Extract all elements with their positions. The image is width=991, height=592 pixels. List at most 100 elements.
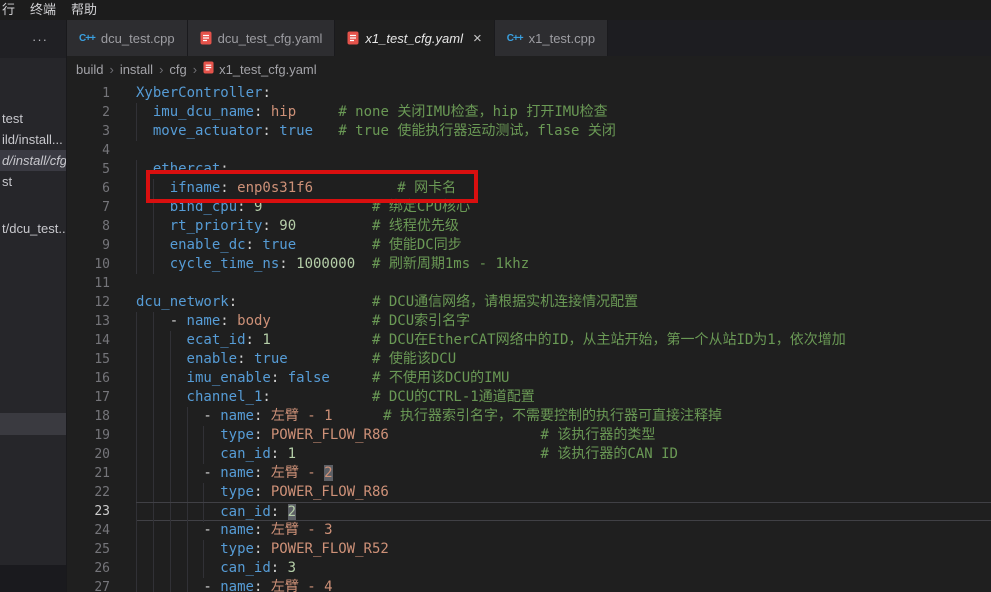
- indent-guide: [170, 369, 187, 388]
- indent-guide: [170, 540, 187, 559]
- code-line[interactable]: 9enable_dc: true # 使能DC同步: [67, 236, 991, 255]
- code-text: XyberController:: [136, 84, 991, 103]
- line-number[interactable]: 27: [67, 578, 136, 592]
- line-number[interactable]: 6: [67, 179, 136, 198]
- menu-item[interactable]: 帮助: [71, 0, 97, 20]
- line-number[interactable]: 16: [67, 369, 136, 388]
- token-w: [262, 408, 270, 424]
- code-line[interactable]: 13- name: body # DCU索引名字: [67, 312, 991, 331]
- line-number[interactable]: 11: [67, 274, 136, 293]
- code-line[interactable]: 21- name: 左臂 - 2: [67, 464, 991, 483]
- code-line[interactable]: 3move_actuator: true # true 使能执行器运动测试，fl…: [67, 122, 991, 141]
- editor-tab[interactable]: C++dcu_test.cpp: [67, 20, 188, 56]
- code-line[interactable]: 16imu_enable: false # 不使用该DCU的IMU: [67, 369, 991, 388]
- sidebar-item[interactable]: d/install/cfg: [0, 150, 66, 171]
- code-line[interactable]: 24- name: 左臂 - 3: [67, 521, 991, 540]
- code-line[interactable]: 19type: POWER_FLOW_R86 # 该执行器的类型: [67, 426, 991, 445]
- code-area[interactable]: 1XyberController:2imu_dcu_name: hip # no…: [67, 82, 991, 592]
- indent-guide: [170, 521, 187, 540]
- yaml-file-icon: [347, 31, 359, 45]
- sidebar-item[interactable]: ild/install...: [0, 129, 66, 150]
- indent-guide: [153, 331, 170, 350]
- line-number[interactable]: 2: [67, 103, 136, 122]
- line-number[interactable]: 12: [67, 293, 136, 312]
- sidebar-item[interactable]: st: [0, 171, 66, 192]
- breadcrumb-segment[interactable]: cfg: [169, 62, 186, 77]
- code-line[interactable]: 10cycle_time_ns: 1000000 # 刷新周期1ms - 1kh…: [67, 255, 991, 274]
- line-number[interactable]: 25: [67, 540, 136, 559]
- code-line[interactable]: 2imu_dcu_name: hip # none 关闭IMU检查，hip 打开…: [67, 103, 991, 122]
- line-number[interactable]: 17: [67, 388, 136, 407]
- line-number[interactable]: 14: [67, 331, 136, 350]
- indent-guide: [153, 559, 170, 578]
- code-line[interactable]: 26can_id: 3: [67, 559, 991, 578]
- breadcrumb-segment[interactable]: build: [76, 62, 103, 77]
- sidebar-item[interactable]: t/dcu_test...: [0, 218, 66, 239]
- token-n: 1000000: [296, 256, 355, 272]
- code-line[interactable]: 20can_id: 1 # 该执行器的CAN ID: [67, 445, 991, 464]
- code-line[interactable]: 8rt_priority: 90 # 线程优先级: [67, 217, 991, 236]
- code-line[interactable]: 15enable: true # 使能该DCU: [67, 350, 991, 369]
- line-number[interactable]: 19: [67, 426, 136, 445]
- line-number[interactable]: 4: [67, 141, 136, 160]
- token-p: :: [271, 446, 279, 462]
- token-s: POWER_FLOW_R86: [271, 427, 389, 443]
- tab-label: x1_test_cfg.yaml: [365, 31, 463, 46]
- code-line[interactable]: 22type: POWER_FLOW_R86: [67, 483, 991, 502]
- line-number[interactable]: 13: [67, 312, 136, 331]
- code-line[interactable]: 23can_id: 2: [67, 502, 991, 521]
- line-number[interactable]: 24: [67, 521, 136, 540]
- code-line[interactable]: 6ifname: enp0s31f6 # 网卡名: [67, 179, 991, 198]
- breadcrumb-segment[interactable]: install: [120, 62, 153, 77]
- code-line[interactable]: 14ecat_id: 1 # DCU在EtherCAT网络中的ID，从主站开始，…: [67, 331, 991, 350]
- line-number[interactable]: 15: [67, 350, 136, 369]
- token-k: type: [220, 427, 254, 443]
- token-p: :: [237, 351, 245, 367]
- line-number[interactable]: 8: [67, 217, 136, 236]
- code-line[interactable]: 17channel_1: # DCU的CTRL-1通道配置: [67, 388, 991, 407]
- token-c: # DCU的CTRL-1通道配置: [372, 389, 535, 405]
- sidebar-item[interactable]: test: [0, 108, 66, 129]
- code-line[interactable]: 12dcu_network: # DCU通信网络，请根据实机连接情况配置: [67, 293, 991, 312]
- token-w: [262, 484, 270, 500]
- line-number[interactable]: 3: [67, 122, 136, 141]
- editor-tab[interactable]: x1_test_cfg.yaml ×: [335, 20, 494, 56]
- breadcrumb-file[interactable]: x1_test_cfg.yaml: [203, 61, 317, 77]
- token-p: -: [203, 408, 220, 424]
- line-number[interactable]: 20: [67, 445, 136, 464]
- editor-tab[interactable]: C++x1_test.cpp: [495, 20, 608, 56]
- line-number[interactable]: 9: [67, 236, 136, 255]
- editor-group: C++dcu_test.cppdcu_test_cfg.yamlx1_test_…: [67, 20, 991, 592]
- line-number[interactable]: 10: [67, 255, 136, 274]
- editor-tab[interactable]: dcu_test_cfg.yaml: [188, 20, 336, 56]
- token-k: ifname: [170, 180, 221, 196]
- line-number[interactable]: 26: [67, 559, 136, 578]
- menu-item[interactable]: 终端: [30, 0, 56, 20]
- code-line[interactable]: 11: [67, 274, 991, 293]
- code-line[interactable]: 18- name: 左臂 - 1 # 执行器索引名字，不需要控制的执行器可直接注…: [67, 407, 991, 426]
- code-line[interactable]: 1XyberController:: [67, 84, 991, 103]
- sidebar-bottom-panel: [0, 565, 67, 592]
- code-text: cycle_time_ns: 1000000 # 刷新周期1ms - 1khz: [136, 255, 991, 274]
- indent-guide: [136, 103, 153, 122]
- menu-item[interactable]: 行: [2, 0, 15, 20]
- line-number[interactable]: 7: [67, 198, 136, 217]
- indent-guide: [136, 369, 153, 388]
- sidebar-highlighted-row[interactable]: [0, 413, 67, 435]
- more-actions-icon[interactable]: ···: [32, 32, 48, 47]
- yaml-file-icon: [203, 61, 214, 77]
- close-icon[interactable]: ×: [473, 30, 482, 47]
- line-number[interactable]: 23: [67, 502, 136, 521]
- line-number[interactable]: 18: [67, 407, 136, 426]
- line-number[interactable]: 22: [67, 483, 136, 502]
- code-line[interactable]: 25type: POWER_FLOW_R52: [67, 540, 991, 559]
- line-number[interactable]: 5: [67, 160, 136, 179]
- code-line[interactable]: 5ethercat:: [67, 160, 991, 179]
- line-number[interactable]: 21: [67, 464, 136, 483]
- code-line[interactable]: 7bind_cpu: 9 # 绑定CPU核心: [67, 198, 991, 217]
- indent-guide: [153, 350, 170, 369]
- code-line[interactable]: 27- name: 左臂 - 4: [67, 578, 991, 592]
- code-line[interactable]: 4: [67, 141, 991, 160]
- token-p: :: [262, 123, 270, 139]
- line-number[interactable]: 1: [67, 84, 136, 103]
